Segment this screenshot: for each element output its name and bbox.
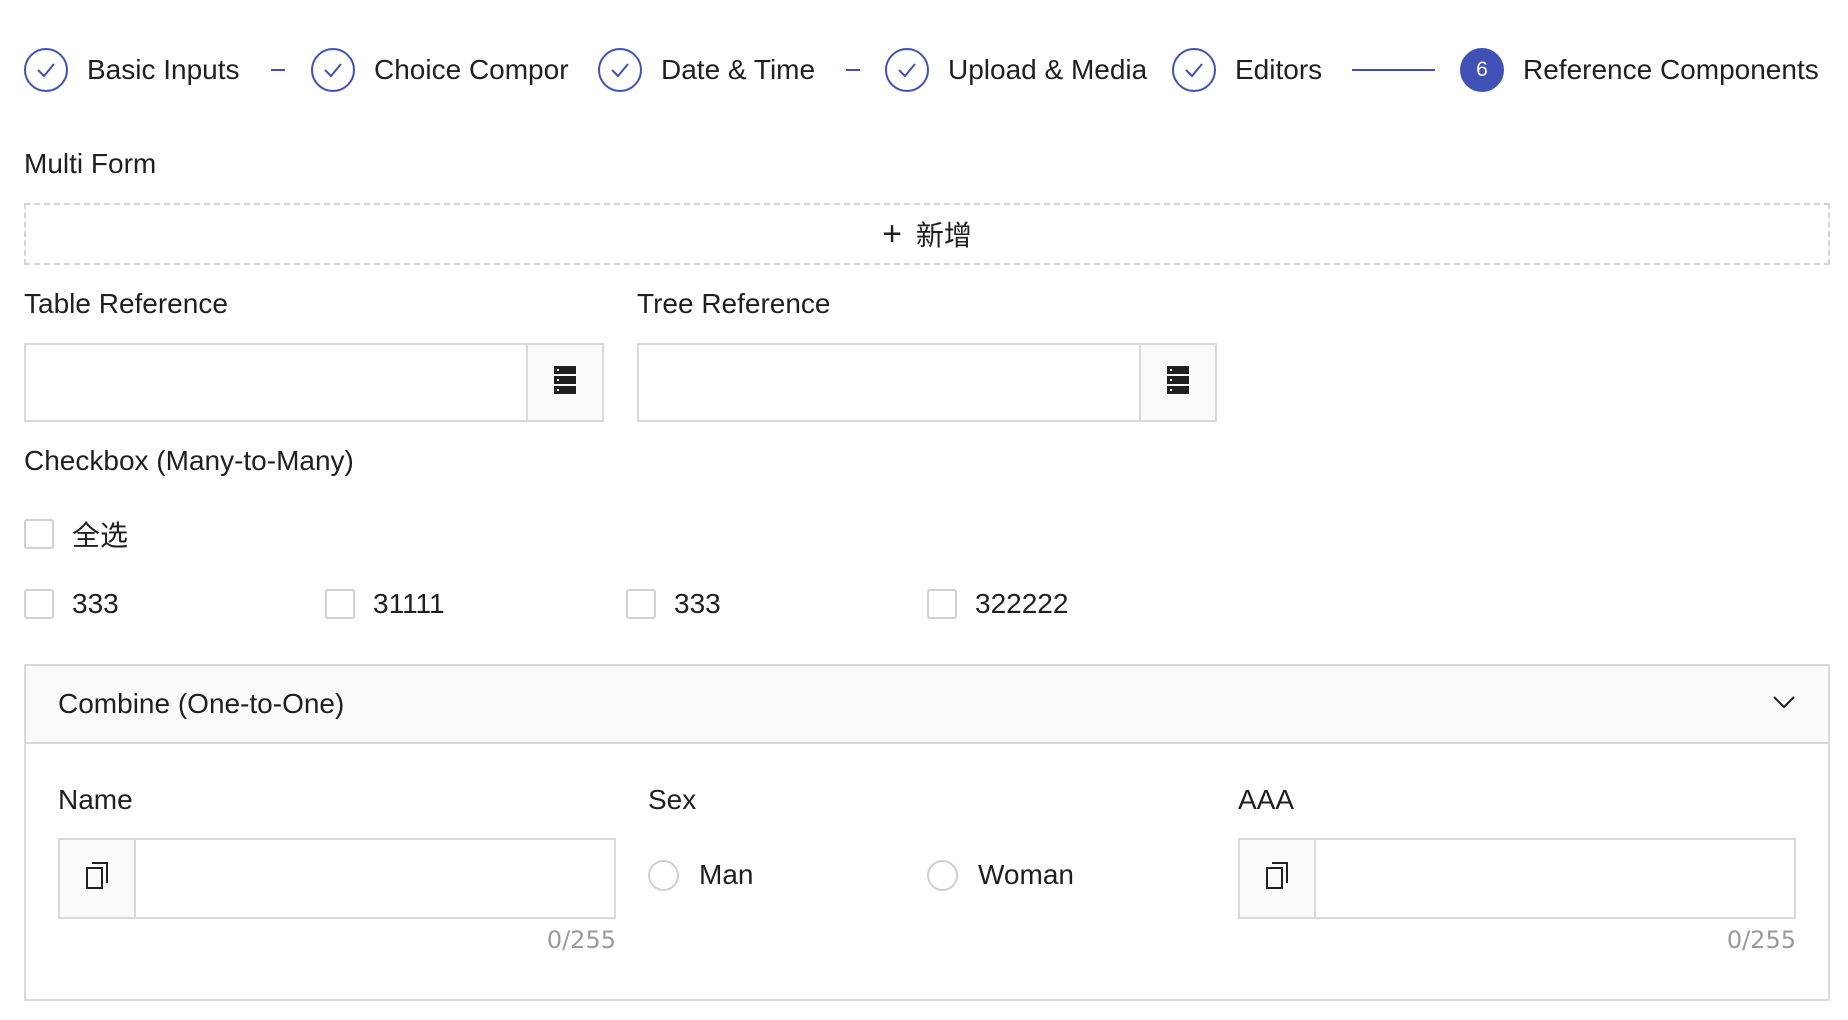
checkbox-label: 322222: [975, 588, 1069, 619]
step-label: Reference Components: [1523, 54, 1819, 85]
checkbox-option[interactable]: 322222: [927, 587, 1068, 621]
name-input: [58, 838, 616, 919]
table-reference-input: [24, 343, 604, 422]
table-reference-field[interactable]: [26, 345, 526, 420]
step-date-time[interactable]: Date & Time: [598, 46, 815, 94]
tree-reference-input: [637, 343, 1217, 422]
aaa-field[interactable]: [1316, 840, 1794, 917]
step-number-badge: 6: [1460, 48, 1504, 92]
step-connector: [846, 69, 860, 71]
aaa-label: AAA: [1238, 784, 1295, 815]
check-icon: [1172, 48, 1216, 92]
checkbox-box[interactable]: [325, 589, 355, 619]
checkbox-box[interactable]: [24, 589, 54, 619]
radio-circle[interactable]: [648, 859, 679, 891]
step-label: Basic Inputs: [87, 54, 240, 85]
combine-panel-header[interactable]: Combine (One-to-One): [26, 666, 1828, 744]
radio-label: Woman: [978, 859, 1074, 890]
select-all-checkbox[interactable]: 全选: [24, 517, 128, 551]
name-label: Name: [58, 784, 133, 815]
table-reference-picker-button[interactable]: [526, 345, 602, 420]
step-reference-components[interactable]: 6 Reference Components: [1460, 46, 1819, 94]
step-label: Date & Time: [661, 54, 816, 85]
step-label: Editors: [1235, 54, 1323, 85]
step-connector: [271, 69, 285, 71]
step-label: Choice Compor: [374, 54, 569, 85]
step-connector: [1352, 69, 1435, 71]
check-icon: [24, 48, 68, 92]
copy-icon: [85, 862, 109, 895]
checkbox-box[interactable]: [927, 589, 957, 619]
checkbox-label: 333: [674, 588, 721, 619]
radio-label: Man: [699, 859, 754, 890]
name-field[interactable]: [136, 840, 614, 917]
checkbox-option[interactable]: 31111: [325, 587, 445, 621]
add-button[interactable]: + 新增: [24, 203, 1830, 265]
aaa-copy-button[interactable]: [1240, 840, 1316, 917]
aaa-char-counter: 0/255: [1726, 926, 1796, 954]
check-icon: [598, 48, 642, 92]
check-icon: [885, 48, 929, 92]
multi-form-label: Multi Form: [24, 148, 157, 179]
step-upload-media[interactable]: Upload & Media: [885, 46, 1148, 94]
step-choice-components[interactable]: Choice Compor: [311, 46, 574, 94]
checkbox-option[interactable]: 333: [24, 587, 119, 621]
copy-icon: [1265, 862, 1289, 895]
name-char-counter: 0/255: [546, 926, 616, 954]
checkbox-option[interactable]: 333: [626, 587, 721, 621]
list-icon: [1167, 366, 1189, 399]
radio-circle[interactable]: [927, 859, 958, 891]
add-button-label: 新增: [915, 220, 972, 251]
checkbox-box[interactable]: [626, 589, 656, 619]
name-copy-button[interactable]: [60, 840, 136, 917]
tree-reference-field[interactable]: [639, 345, 1139, 420]
tree-reference-label: Tree Reference: [637, 288, 831, 319]
checkbox-label: 333: [72, 588, 119, 619]
checkbox-box[interactable]: [24, 519, 54, 549]
combine-panel-title: Combine (One-to-One): [58, 688, 345, 719]
checkbox-label: 全选: [72, 520, 129, 551]
sex-label: Sex: [648, 784, 697, 815]
checkbox-group-label: Checkbox (Many-to-Many): [24, 445, 354, 476]
tree-reference-picker-button[interactable]: [1139, 345, 1215, 420]
table-reference-label: Table Reference: [24, 288, 228, 319]
plus-icon: +: [882, 215, 902, 253]
aaa-input: [1238, 838, 1796, 919]
list-icon: [554, 366, 576, 399]
step-label: Upload & Media: [948, 54, 1148, 85]
page: Basic Inputs Choice Compor Date & Time U…: [0, 0, 1848, 1020]
steps-bar: Basic Inputs Choice Compor Date & Time U…: [24, 46, 1832, 94]
radio-woman[interactable]: Woman: [927, 858, 1074, 892]
combine-panel: Combine (One-to-One): [24, 664, 1830, 1001]
checkbox-label: 31111: [373, 588, 445, 619]
check-icon: [311, 48, 355, 92]
step-editors[interactable]: Editors: [1172, 46, 1322, 94]
radio-man[interactable]: Man: [648, 858, 753, 892]
chevron-down-icon[interactable]: [1772, 695, 1796, 714]
step-basic-inputs[interactable]: Basic Inputs: [24, 46, 240, 94]
